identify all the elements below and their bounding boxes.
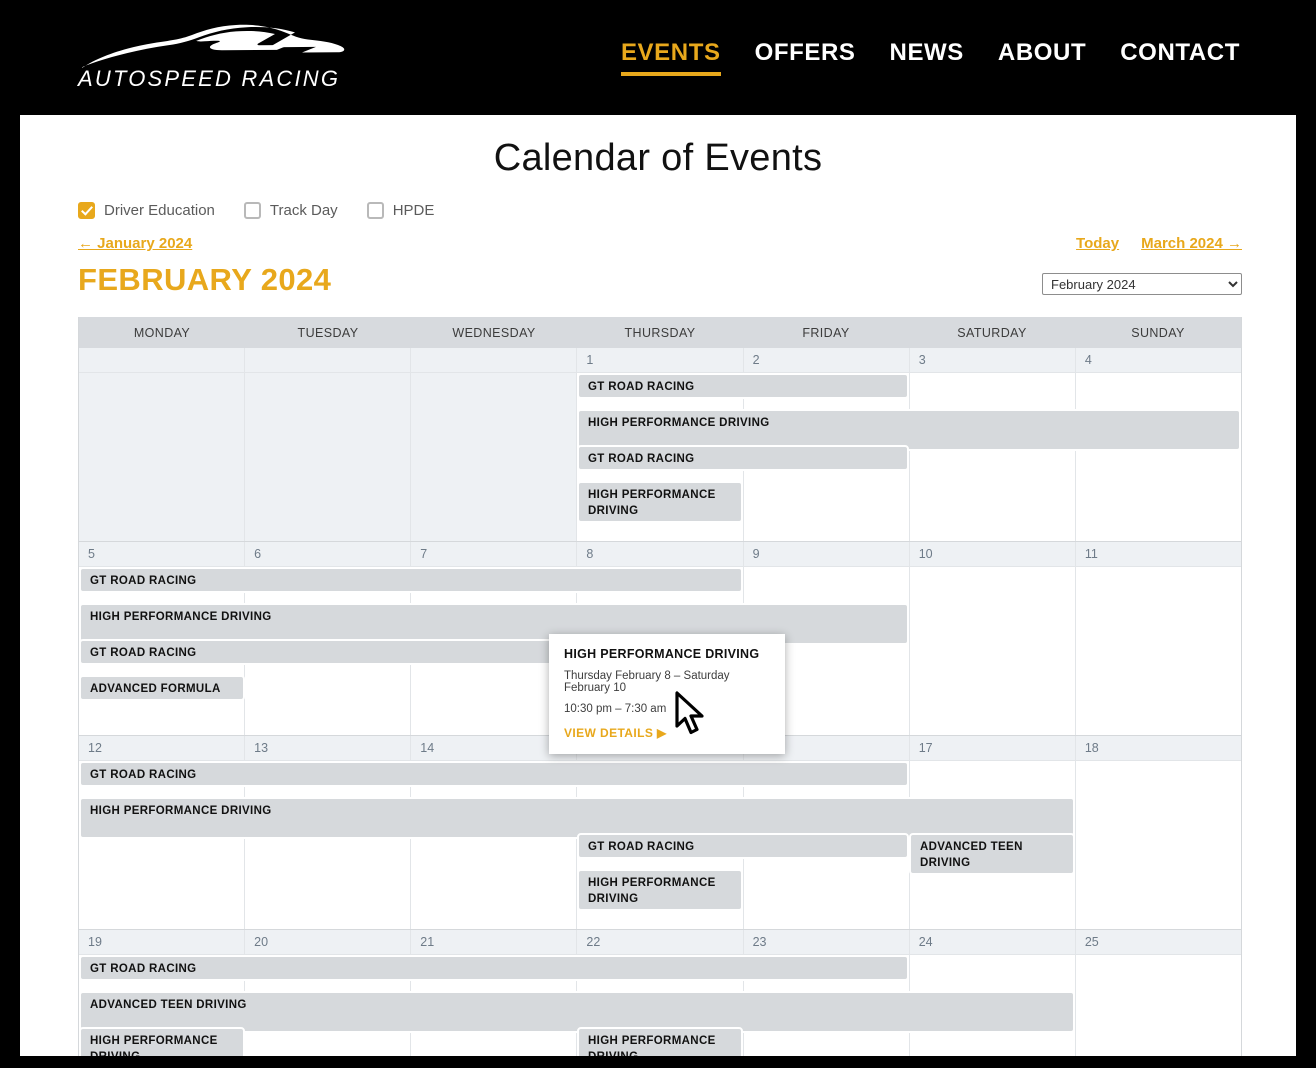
brand-logo[interactable]: AUTOSPEED RACING bbox=[78, 24, 378, 92]
filter-track-day[interactable]: Track Day bbox=[243, 202, 338, 219]
week-events-layer: GT ROAD RACING HIGH PERFORMANCE DRIVING GT… bbox=[79, 373, 1241, 541]
calendar-event-bar[interactable]: ADVANCED TEEN DRIVING bbox=[909, 833, 1075, 875]
day-number-10: 10 bbox=[908, 542, 1075, 566]
day-number-9: 9 bbox=[742, 542, 909, 566]
tooltip-time: 10:30 pm – 7:30 am bbox=[564, 703, 667, 715]
calendar-event-bar[interactable]: HIGH PERFORMANCE DRIVING bbox=[577, 481, 743, 523]
day-number-21: 21 bbox=[410, 930, 576, 954]
day-number-2: 2 bbox=[742, 348, 909, 372]
page-content: Calendar of Events Driver Education Trac… bbox=[20, 115, 1296, 1056]
day-number-3: 3 bbox=[908, 348, 1075, 372]
day-number-23: 23 bbox=[742, 930, 909, 954]
day-number-5: 5 bbox=[88, 547, 95, 561]
car-silhouette-icon bbox=[82, 24, 345, 68]
filter-label-driver-education: Driver Education bbox=[104, 202, 215, 219]
weekday-tuesday: TUESDAY bbox=[297, 326, 359, 340]
day-number-6: 6 bbox=[244, 542, 410, 566]
day-number-13: 13 bbox=[244, 736, 410, 760]
main-navigation: EVENTS OFFERS NEWS ABOUT CONTACT bbox=[620, 39, 1240, 76]
weekday-sunday: SUNDAY bbox=[1131, 326, 1185, 340]
week-events-layer: GT ROAD RACING ADVANCED TEEN DRIVING HIGH … bbox=[79, 955, 1241, 1056]
day-number-17: 17 bbox=[908, 736, 1075, 760]
tooltip-view-details-link[interactable]: VIEW DETAILS ▶ bbox=[564, 726, 770, 740]
day-number-22: 22 bbox=[576, 930, 742, 954]
page-title: Calendar of Events bbox=[493, 137, 823, 179]
week-body: GT ROAD RACING HIGH PERFORMANCE DRIVING GT… bbox=[79, 373, 1241, 541]
day-number-7: 7 bbox=[410, 542, 576, 566]
current-month-title: FEBRUARY 2024 bbox=[78, 262, 332, 297]
day-number-20: 20 bbox=[244, 930, 410, 954]
calendar-event-bar[interactable]: GT ROAD RACING bbox=[79, 567, 743, 593]
week-day-numbers: 1234 bbox=[79, 348, 1241, 373]
tooltip-title: HIGH PERFORMANCE DRIVING bbox=[564, 647, 760, 661]
nav-item-news[interactable]: NEWS bbox=[890, 39, 964, 76]
nav-item-about[interactable]: ABOUT bbox=[998, 39, 1086, 76]
nav-item-events[interactable]: EVENTS bbox=[620, 39, 721, 76]
event-tooltip: HIGH PERFORMANCE DRIVING Thursday Februa… bbox=[549, 634, 785, 754]
checkbox-driver-education[interactable] bbox=[78, 202, 95, 219]
calendar-weekday-header: MONDAY TUESDAY WEDNESDAY THURSDAY FRIDAY… bbox=[79, 317, 1241, 348]
week-events-layer: GT ROAD RACING HIGH PERFORMANCE DRIVING GT… bbox=[79, 761, 1241, 929]
day-number-4: 4 bbox=[1074, 348, 1241, 372]
tooltip-dates: Thursday February 8 – Saturday February … bbox=[564, 670, 730, 694]
brand-name: AUTOSPEED RACING bbox=[78, 65, 341, 91]
day-number-empty bbox=[410, 348, 576, 372]
filter-label-track-day: Track Day bbox=[269, 202, 338, 219]
week-day-numbers: 5 6 7 8 9 10 11 bbox=[79, 542, 1241, 567]
filter-hpde[interactable]: HPDE bbox=[366, 202, 435, 219]
filter-driver-education[interactable]: Driver Education bbox=[78, 202, 215, 219]
calendar-event-bar[interactable]: GT ROAD RACING bbox=[79, 761, 909, 787]
day-number-24: 24 bbox=[908, 930, 1075, 954]
calendar-event-bar[interactable]: HIGH PERFORMANCE DRIVING bbox=[79, 1027, 245, 1056]
weekday-wednesday: WEDNESDAY bbox=[452, 326, 536, 340]
calendar-event-bar[interactable]: GT ROAD RACING bbox=[577, 373, 909, 399]
month-nav-right: Today March 2024 → bbox=[1076, 235, 1242, 252]
week-body: GT ROAD RACING ADVANCED TEEN DRIVING HIGH … bbox=[79, 955, 1241, 1056]
calendar-event-bar[interactable]: HIGH PERFORMANCE DRIVING bbox=[577, 1027, 743, 1056]
month-select[interactable]: January 2024February 2024March 2024 bbox=[1042, 273, 1242, 295]
checkbox-hpde[interactable] bbox=[366, 202, 384, 219]
day-number-12: 12 bbox=[88, 741, 102, 755]
month-navigation: ← January 2024 Today March 2024 → bbox=[20, 219, 1296, 252]
calendar-event-bar[interactable]: GT ROAD RACING bbox=[577, 445, 909, 471]
calendar-event-bar[interactable]: ADVANCED FORMULA bbox=[79, 675, 245, 701]
day-number-empty bbox=[79, 348, 244, 372]
weekday-monday: MONDAY bbox=[133, 326, 191, 340]
prev-month-link[interactable]: ← January 2024 bbox=[78, 235, 192, 252]
day-number-1: 1 bbox=[576, 348, 742, 372]
weekday-thursday: THURSDAY bbox=[624, 326, 696, 340]
week-day-numbers: 19 20 21 22 23 24 25 bbox=[79, 930, 1241, 955]
calendar-event-bar[interactable]: HIGH PERFORMANCE DRIVING bbox=[577, 869, 743, 911]
next-month-link[interactable]: March 2024 → bbox=[1141, 235, 1242, 252]
nav-item-contact[interactable]: CONTACT bbox=[1120, 39, 1240, 76]
day-number-empty bbox=[244, 348, 410, 372]
filter-label-hpde: HPDE bbox=[392, 202, 435, 219]
site-header: AUTOSPEED RACING EVENTS OFFERS NEWS ABOU… bbox=[0, 0, 1316, 115]
day-number-25: 25 bbox=[1074, 930, 1241, 954]
calendar-week: 1 2 3 4 GT ROAD RACING HIGH PERFORMANCE DRIVI… bbox=[79, 348, 1241, 541]
weekday-saturday: SATURDAY bbox=[957, 326, 1027, 340]
calendar-event-bar[interactable]: GT ROAD RACING bbox=[577, 833, 909, 859]
day-number-11: 11 bbox=[1074, 542, 1241, 566]
nav-item-offers[interactable]: OFFERS bbox=[755, 39, 856, 76]
week-body: GT ROAD RACING HIGH PERFORMANCE DRIVING GT… bbox=[79, 761, 1241, 929]
month-title-row: FEBRUARY 2024 January 2024February 2024M… bbox=[20, 252, 1296, 298]
day-number-8: 8 bbox=[576, 542, 742, 566]
day-number-19: 19 bbox=[88, 935, 102, 949]
weekday-friday: FRIDAY bbox=[802, 326, 850, 340]
calendar-week: 19 20 21 22 23 24 25 GT ROAD RACING ADVANCED TEE… bbox=[79, 929, 1241, 1056]
today-link[interactable]: Today bbox=[1076, 235, 1119, 252]
checkbox-track-day[interactable] bbox=[243, 202, 261, 219]
calendar-event-bar[interactable]: GT ROAD RACING bbox=[79, 955, 909, 981]
day-number-18: 18 bbox=[1074, 736, 1241, 760]
event-type-filters: Driver Education Track Day HPDE bbox=[20, 180, 1296, 219]
calendar-week: 12131415161718GT ROAD RACINGHIGH PERFORM… bbox=[79, 735, 1241, 929]
